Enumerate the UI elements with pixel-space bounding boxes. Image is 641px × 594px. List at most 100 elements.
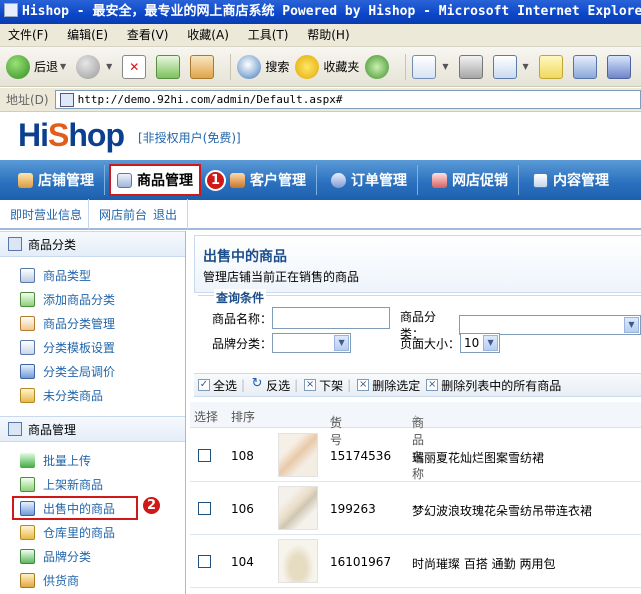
row-checkbox[interactable] bbox=[198, 555, 211, 568]
unlist-button[interactable]: × 下架 | bbox=[304, 377, 351, 394]
sidebar-item-on-sale[interactable]: 出售中的商品 bbox=[12, 496, 138, 520]
chevron-down-icon: ▼ bbox=[334, 335, 350, 351]
chevron-down-icon: ▼ bbox=[522, 62, 529, 71]
research-button[interactable] bbox=[606, 54, 635, 79]
nav-promotions[interactable]: 网店促销 bbox=[418, 165, 519, 195]
forward-button[interactable]: ▼ bbox=[76, 54, 116, 79]
page-icon bbox=[59, 92, 74, 107]
sidebar-item-in-warehouse[interactable]: 仓库里的商品 bbox=[0, 520, 185, 544]
note-icon bbox=[538, 54, 563, 79]
sidebar-item-product-types[interactable]: 商品类型 bbox=[0, 263, 185, 287]
home-button[interactable] bbox=[190, 54, 218, 79]
refresh-button[interactable] bbox=[156, 54, 184, 79]
callout-badge-2: 2 bbox=[141, 495, 162, 516]
product-thumbnail[interactable] bbox=[278, 433, 318, 477]
delete-selected-button[interactable]: × 删除选定 bbox=[357, 377, 420, 394]
row-checkbox[interactable] bbox=[198, 449, 211, 462]
address-input[interactable]: http://demo.92hi.com/admin/Default.aspx# bbox=[54, 90, 641, 109]
menu-favorites[interactable]: 收藏(A) bbox=[179, 24, 236, 47]
row-product-name[interactable]: 梦幻波浪玫瑰花朵雪纺吊带连衣裙 bbox=[412, 502, 592, 519]
sidebar-item-new-listing[interactable]: 上架新商品 bbox=[0, 472, 185, 496]
sidebar-section-product-category[interactable]: 商品分类 bbox=[0, 231, 185, 257]
column-order[interactable]: 排序 bbox=[231, 408, 255, 425]
sidebar: 商品分类 商品类型 添加商品分类 商品分类管理 分类模板设置 分类全局调价 未分… bbox=[0, 231, 186, 594]
nav-label: 店铺管理 bbox=[38, 173, 94, 189]
license-status: [非授权用户(免费)] bbox=[138, 131, 241, 145]
link-storefront[interactable]: 网店前台 bbox=[89, 206, 149, 223]
page-size-select[interactable]: 10 ▼ bbox=[460, 333, 501, 353]
menu-view[interactable]: 查看(V) bbox=[119, 24, 176, 47]
sidebar-item-label: 商品分类管理 bbox=[43, 316, 116, 331]
tree-icon bbox=[8, 237, 22, 251]
row-product-name[interactable]: 瑞丽夏花灿烂图案雪纺裙 bbox=[412, 449, 544, 466]
page-size-label: 页面大小： bbox=[400, 336, 461, 351]
history-icon bbox=[365, 54, 390, 79]
sidebar-item-bulk-upload[interactable]: 批量上传 bbox=[0, 448, 185, 472]
action-label: 删除选定 bbox=[372, 378, 421, 393]
sidebar-item-category-price-adjust[interactable]: 分类全局调价 bbox=[0, 359, 185, 383]
edit-icon bbox=[20, 315, 35, 331]
row-checkbox[interactable] bbox=[198, 502, 211, 515]
row-product-name[interactable]: 时尚璀璨 百搭 通勤 两用包 bbox=[412, 555, 555, 572]
menu-tools[interactable]: 工具(T) bbox=[240, 24, 296, 47]
product-category-select[interactable]: ▼ bbox=[459, 315, 641, 335]
sidebar-item-label: 上架新商品 bbox=[43, 477, 104, 492]
nav-label: 商品管理 bbox=[137, 173, 193, 189]
sidebar-item-label: 仓库里的商品 bbox=[43, 525, 116, 540]
sidebar-item-category-management[interactable]: 商品分类管理 bbox=[0, 311, 185, 335]
favorites-button[interactable]: 收藏夹 bbox=[295, 54, 359, 79]
brand-category-select[interactable]: ▼ bbox=[272, 333, 352, 353]
menu-file[interactable]: 文件(F) bbox=[0, 24, 55, 47]
invert-selection-button[interactable]: ↻ 反选 | bbox=[251, 377, 299, 394]
page-size-row: 页面大小： 10 ▼ bbox=[400, 333, 501, 353]
sidebar-item-label: 供货商 bbox=[43, 573, 80, 588]
divider: | bbox=[347, 378, 352, 392]
nav-content-management[interactable]: 内容管理 bbox=[519, 165, 619, 195]
close-icon: × bbox=[304, 379, 317, 391]
upload-arrow-icon bbox=[20, 452, 35, 468]
action-label: 全选 bbox=[213, 378, 238, 393]
menu-help[interactable]: 帮助(H) bbox=[299, 24, 356, 47]
sidebar-section-product-management[interactable]: 商品管理 bbox=[0, 416, 185, 442]
query-legend: 查询条件 bbox=[214, 289, 267, 306]
back-button[interactable]: 后退 ▼ bbox=[6, 54, 70, 79]
customers-icon bbox=[230, 172, 245, 188]
menu-edit[interactable]: 编辑(E) bbox=[59, 24, 115, 47]
discuss-button[interactable] bbox=[538, 54, 567, 79]
nav-store-management[interactable]: 店铺管理 bbox=[0, 165, 105, 195]
toolbar-divider bbox=[405, 53, 407, 80]
logo-part-hop: hop bbox=[68, 117, 125, 153]
nav-product-management[interactable]: 商品管理 bbox=[109, 164, 201, 196]
product-thumbnail[interactable] bbox=[278, 486, 318, 530]
nav-customer-management[interactable]: 客户管理 bbox=[226, 165, 317, 195]
nav-label: 网店促销 bbox=[452, 173, 508, 189]
sidebar-item-category-template[interactable]: 分类模板设置 bbox=[0, 335, 185, 359]
select-all-button[interactable]: ✓ 全选 | bbox=[198, 377, 245, 394]
tree-icon bbox=[8, 422, 22, 436]
product-thumbnail[interactable] bbox=[278, 539, 318, 583]
table-row: 106 199263 梦幻波浪玫瑰花朵雪纺吊带连衣裙 bbox=[190, 482, 641, 535]
sub-navigation: 即时营业信息 网店前台 退出 bbox=[0, 199, 641, 230]
sidebar-item-suppliers[interactable]: 供货商 bbox=[0, 568, 185, 592]
history-button[interactable] bbox=[365, 54, 393, 79]
mail-button[interactable]: ▼ bbox=[412, 54, 452, 79]
stop-button[interactable]: ✕ bbox=[122, 54, 150, 79]
messenger-button[interactable] bbox=[572, 54, 601, 79]
top-navigation: 店铺管理 商品管理 1 客户管理 订单管理 网店促销 内容管理 bbox=[0, 160, 641, 200]
brand-category-label: 品牌分类： bbox=[212, 336, 273, 351]
sidebar-item-brand-category[interactable]: 品牌分类 bbox=[0, 544, 185, 568]
search-button[interactable]: 搜索 bbox=[237, 54, 289, 79]
grid-icon bbox=[117, 172, 132, 188]
sidebar-item-uncategorized[interactable]: 未分类商品 bbox=[0, 383, 185, 407]
link-business-info[interactable]: 即时营业信息 bbox=[0, 206, 88, 223]
back-arrow-icon bbox=[6, 54, 30, 79]
link-logout[interactable]: 退出 bbox=[149, 206, 183, 223]
edit-button[interactable]: ▼ bbox=[492, 54, 533, 79]
supplier-icon bbox=[20, 572, 35, 588]
delete-all-button[interactable]: × 删除列表中的所有商品 bbox=[426, 377, 561, 394]
sidebar-item-add-category[interactable]: 添加商品分类 bbox=[0, 287, 185, 311]
nav-order-management[interactable]: 订单管理 bbox=[317, 165, 418, 195]
print-button[interactable] bbox=[458, 54, 487, 79]
product-name-input[interactable] bbox=[272, 307, 391, 329]
page-description: 管理店铺当前正在销售的商品 bbox=[203, 270, 360, 284]
